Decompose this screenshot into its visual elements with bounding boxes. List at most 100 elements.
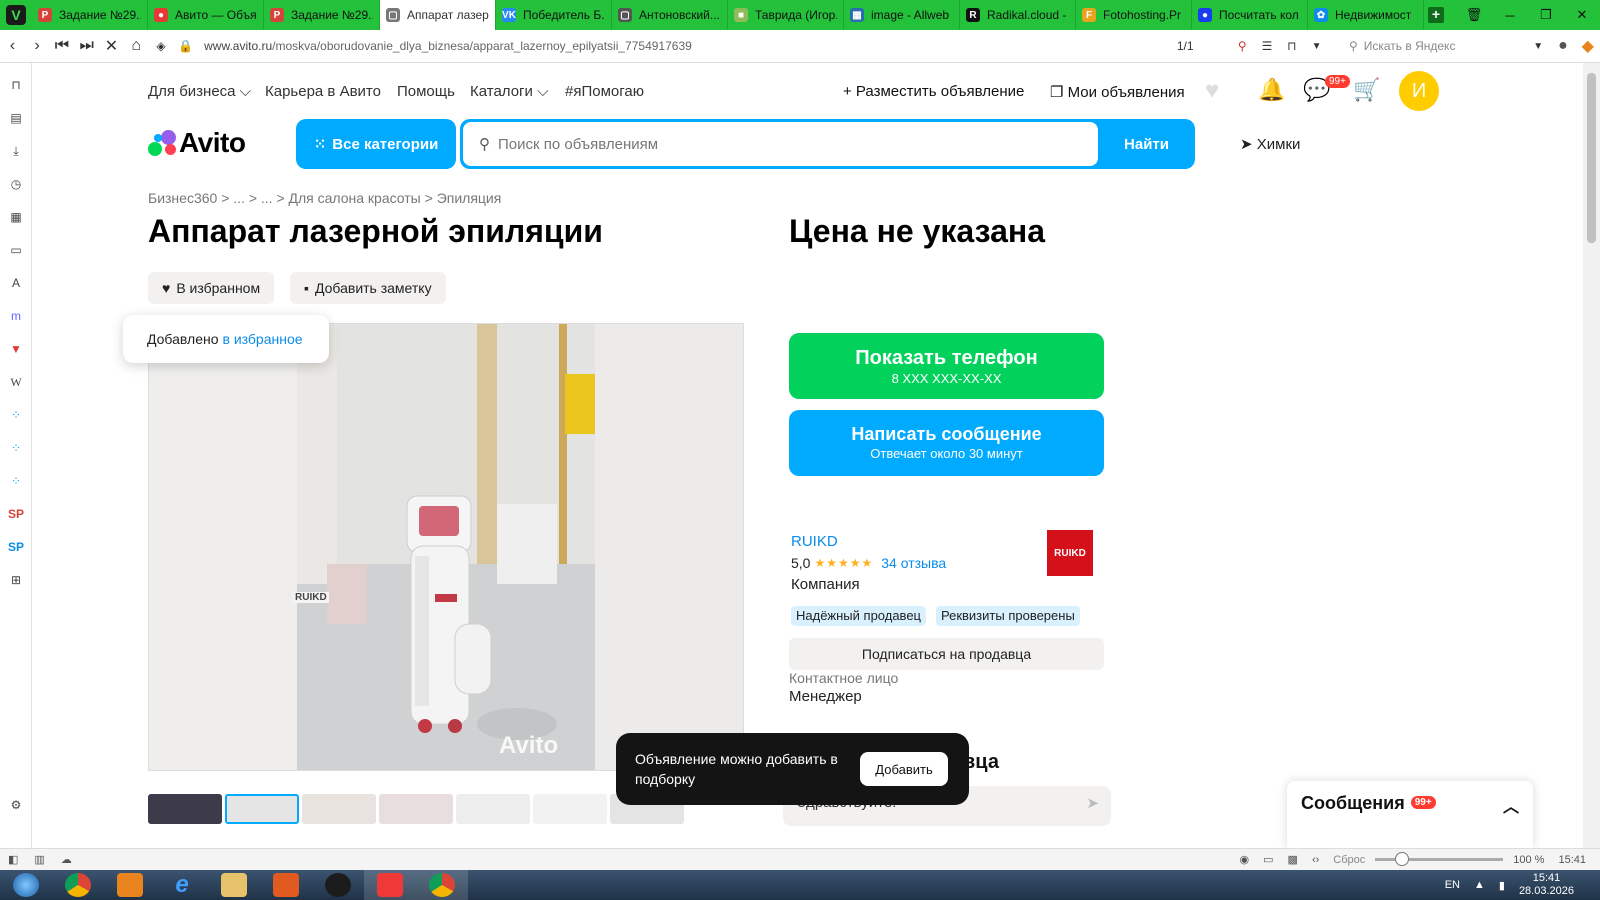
start-button[interactable] [0, 870, 52, 900]
search-input[interactable]: ⚲ Поиск по объявлениям [463, 122, 1098, 166]
minimize-button[interactable]: ─ [1492, 8, 1528, 23]
thumbnail[interactable] [302, 794, 376, 824]
zoom-slider[interactable] [1375, 852, 1504, 866]
zoom-slider-knob[interactable] [1395, 852, 1410, 866]
new-tab-button[interactable]: + [1424, 0, 1448, 30]
nav-help[interactable]: Помощь [397, 83, 455, 100]
code-icon[interactable]: ‹› [1312, 854, 1319, 866]
browser-tab[interactable]: F Fotohosting.Pr [1076, 0, 1192, 30]
sp-panel-icon[interactable]: SP [8, 506, 24, 522]
fast-forward-button[interactable]: ⏭ [74, 37, 99, 55]
rewind-button[interactable]: ⏮ [50, 37, 75, 55]
avito-panel-icon[interactable]: ⁘ [8, 473, 24, 489]
chrome-profile-taskbar-icon[interactable] [416, 870, 468, 900]
messages-panel[interactable]: Сообщения 99+ ︿ [1287, 781, 1533, 848]
browser-tab[interactable]: ■ Таврида (Игор... [728, 0, 844, 30]
seller-logo[interactable]: RUIKD [1047, 530, 1093, 576]
browser-tab[interactable]: P Задание №29... [32, 0, 148, 30]
home-button[interactable]: ⌂ [124, 37, 149, 55]
sp-panel-icon[interactable]: SP [8, 539, 24, 555]
avito-panel-icon[interactable]: ⁘ [8, 440, 24, 456]
sync-cloud-icon[interactable]: ☁ [61, 853, 72, 866]
chevron-down-icon[interactable]: ▼ [1304, 41, 1329, 52]
browser-tab[interactable]: ▦ image - Allweb [844, 0, 960, 30]
panel-toggle-icon[interactable]: ◧ [8, 853, 18, 866]
reading-list-icon[interactable]: ▤ [8, 110, 24, 126]
url-field[interactable]: www.avito.ru/moskva/oborudovanie_dlya_bi… [204, 39, 1018, 53]
show-phone-button[interactable]: Показать телефон 8 XXX XXX-XX-XX [789, 333, 1104, 399]
thumbnail[interactable] [379, 794, 453, 824]
tray-clock[interactable]: 15:41 28.03.2026 [1519, 872, 1574, 898]
favorite-button[interactable]: ♥ В избранном [148, 272, 275, 304]
settings-gear-icon[interactable]: ⚙ [8, 797, 24, 813]
window-panel-icon[interactable]: ▭ [8, 242, 24, 258]
photo-gallery[interactable]: RUIKD Avito [148, 323, 744, 771]
chevron-up-icon[interactable]: ︿ [1503, 793, 1519, 817]
tile-icon[interactable]: ▭ [1263, 853, 1273, 866]
explorer-taskbar-icon[interactable] [208, 870, 260, 900]
location-link[interactable]: ➤ Химки [1240, 135, 1300, 153]
language-indicator[interactable]: EN [1445, 879, 1460, 891]
back-button[interactable]: ‹ [0, 37, 25, 55]
nav-catalogs[interactable]: Каталоги ⌵ [470, 83, 548, 100]
favorite-toast-link[interactable]: в избранное [223, 331, 303, 347]
reviews-link[interactable]: 34 отзыва [881, 555, 946, 571]
nav-for-business[interactable]: Для бизнеса ⌵ [148, 83, 251, 100]
extension-icon[interactable]: ⚲ [1230, 39, 1255, 53]
user-avatar[interactable]: И [1399, 71, 1439, 111]
metamask-icon[interactable]: ◆ [1575, 36, 1600, 56]
browser-tab[interactable]: ● Посчитать кол [1192, 0, 1308, 30]
write-message-button[interactable]: Написать сообщение Отвечает около 30 мин… [789, 410, 1104, 476]
browser-tab[interactable]: ▢ Антоновский... [612, 0, 728, 30]
browser-tab[interactable]: R Radikal.cloud - [960, 0, 1076, 30]
mastodon-icon[interactable]: m [8, 308, 24, 324]
media-player-taskbar-icon[interactable] [104, 870, 156, 900]
lock-icon[interactable]: 🔒 [173, 39, 198, 53]
page-scrollbar[interactable] [1583, 63, 1600, 848]
wikipedia-icon[interactable]: W [8, 374, 24, 390]
subscribe-seller-button[interactable]: Подписаться на продавца [789, 638, 1104, 670]
browser-tab[interactable]: ▢ Аппарат лазер... [380, 0, 496, 30]
downloads-icon[interactable]: ⤓ [8, 143, 24, 159]
send-icon[interactable]: ➤ [1086, 794, 1099, 812]
avito-logo[interactable]: Avito [148, 127, 246, 159]
capture-icon[interactable]: ◉ [1240, 853, 1250, 866]
ie-taskbar-icon[interactable]: e [156, 870, 208, 900]
thumbnail[interactable] [456, 794, 530, 824]
maximize-button[interactable]: ❐ [1528, 7, 1564, 23]
reader-icon[interactable]: ☰ [1255, 39, 1280, 53]
tiling-icon[interactable]: ▥ [34, 853, 44, 866]
chevron-down-icon[interactable]: ▼ [1526, 41, 1551, 52]
notes-icon[interactable]: ▦ [8, 209, 24, 225]
cart-icon[interactable]: 🛒 [1353, 77, 1380, 103]
nav-ya-pomogayu[interactable]: #яПомогаю [565, 83, 644, 100]
hp-taskbar-icon[interactable] [312, 870, 364, 900]
close-window-button[interactable]: ✕ [1564, 7, 1600, 23]
thumbnail[interactable] [148, 794, 222, 824]
shield-icon[interactable]: ◈ [149, 39, 174, 53]
stop-loading-button[interactable]: ✕ [99, 36, 124, 56]
office-taskbar-icon[interactable] [260, 870, 312, 900]
vivaldi-icon[interactable]: ▼ [8, 341, 24, 357]
zoom-reset[interactable]: Сброс [1333, 854, 1365, 866]
collection-add-button[interactable]: Добавить [860, 752, 948, 786]
add-note-button[interactable]: ▪ Добавить заметку [290, 272, 446, 304]
notifications-bell-icon[interactable]: 🔔 [1258, 77, 1285, 103]
favorites-heart-icon[interactable]: ♥ [1205, 77, 1219, 105]
my-ads-link[interactable]: ❐ Мои объявления [1050, 83, 1185, 101]
seller-name-link[interactable]: RUIKD [791, 533, 838, 550]
tray-arrow-icon[interactable]: ▲ [1474, 879, 1485, 891]
thumbnail[interactable] [533, 794, 607, 824]
translate-icon[interactable]: A [8, 275, 24, 291]
network-icon[interactable]: ▮ [1499, 879, 1505, 892]
forward-button[interactable]: › [25, 37, 50, 55]
vivaldi-menu-button[interactable]: V [0, 0, 32, 30]
browser-tab[interactable]: ● Авито — Объя... [148, 0, 264, 30]
nav-careers[interactable]: Карьера в Авито [265, 83, 381, 100]
profile-icon[interactable]: ● [1551, 37, 1576, 55]
browser-tab[interactable]: VK Победитель Б... [496, 0, 612, 30]
scrollbar-thumb[interactable] [1587, 73, 1596, 243]
bookmarks-icon[interactable]: ⊓ [8, 77, 24, 93]
browser-tab[interactable]: P Задание №29... [264, 0, 380, 30]
history-icon[interactable]: ◷ [8, 176, 24, 192]
